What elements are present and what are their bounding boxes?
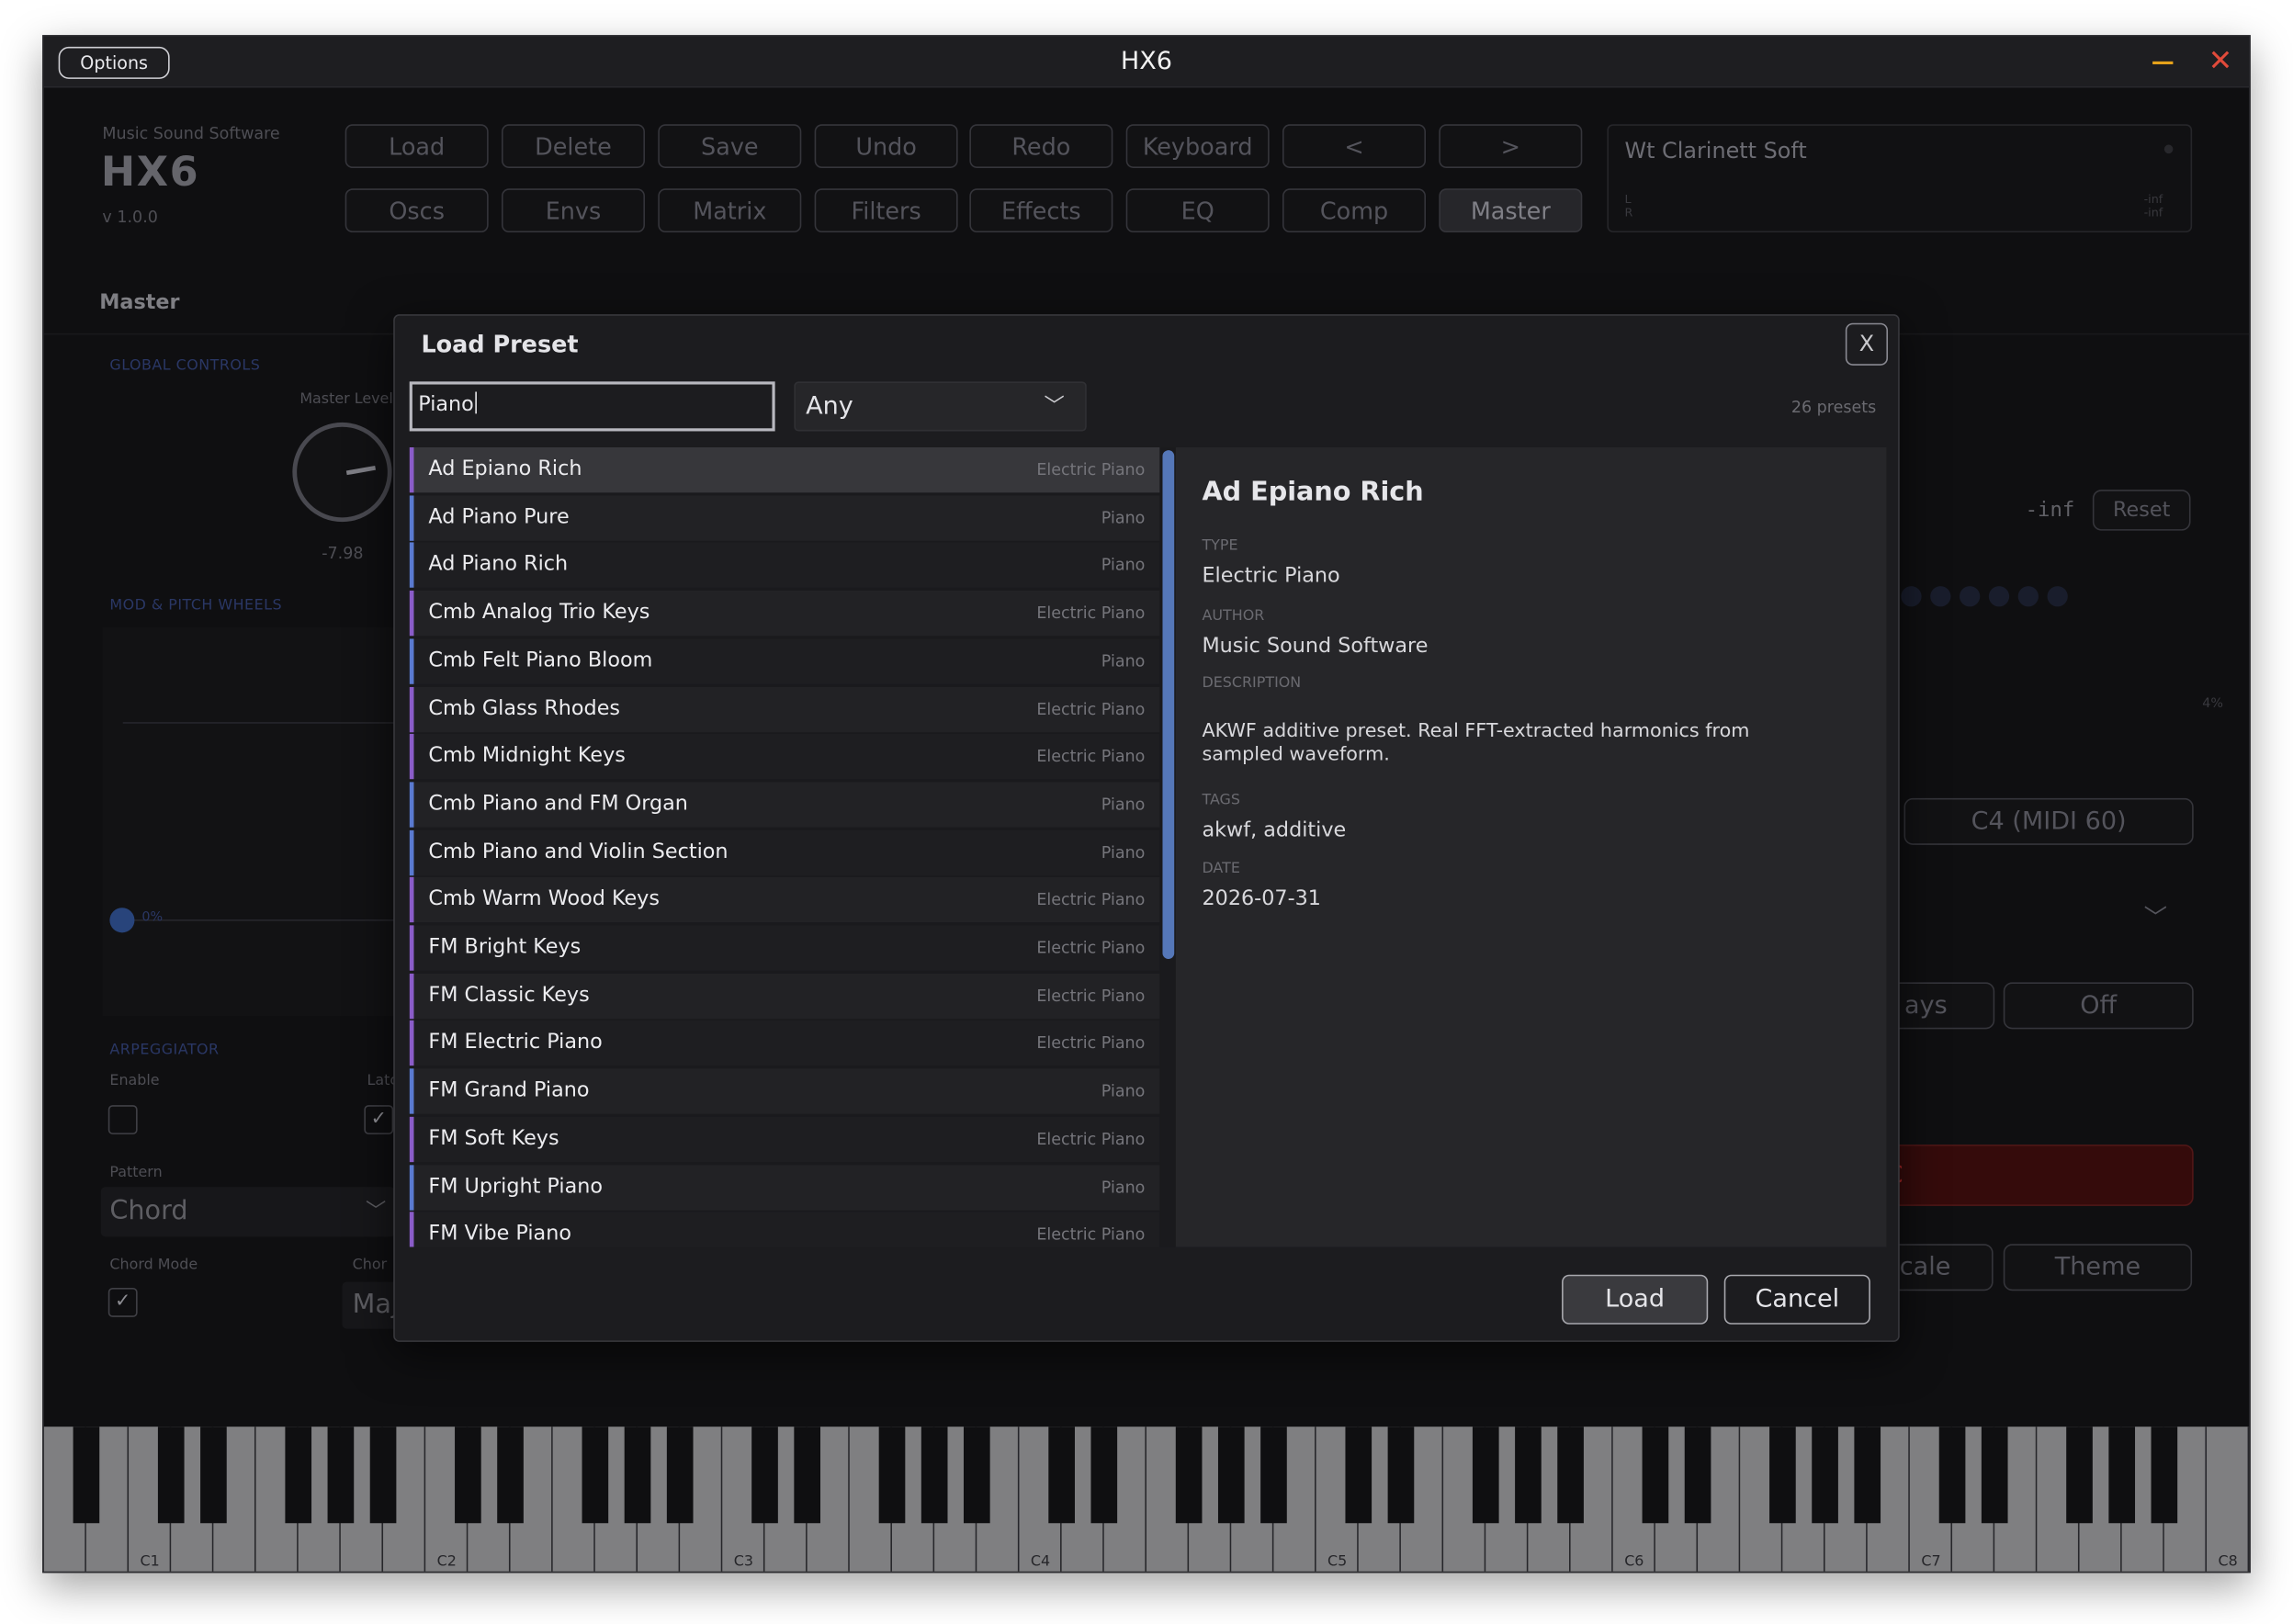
preset-type: Electric Piano	[1036, 603, 1146, 624]
preset-type: Electric Piano	[1036, 1224, 1146, 1245]
preset-list-item[interactable]: FM Classic Keys Electric Piano	[409, 973, 1160, 1019]
close-icon[interactable]: ✕	[2208, 45, 2233, 74]
category-color-bar	[409, 925, 414, 971]
dialog-close-button[interactable]: X	[1845, 322, 1889, 366]
detail-date-label: DATE	[1202, 861, 1240, 877]
type-filter-value: Any	[806, 391, 853, 422]
category-color-bar	[409, 973, 414, 1019]
preset-type: Electric Piano	[1036, 1129, 1146, 1149]
preset-details-panel: Ad Epiano Rich TYPE Electric Piano AUTHO…	[1175, 446, 1887, 1247]
preset-list-item[interactable]: Cmb Warm Wood Keys Electric Piano	[409, 877, 1160, 923]
search-value: Piano	[418, 393, 474, 417]
preset-list-item[interactable]: Cmb Piano and Violin Section Piano	[409, 829, 1160, 875]
preset-name: Cmb Glass Rhodes	[428, 696, 621, 720]
preset-name: Ad Piano Pure	[428, 505, 570, 529]
preset-name: Cmb Piano and FM Organ	[428, 792, 688, 816]
preset-list-item[interactable]: Ad Piano Rich Piano	[409, 543, 1160, 589]
preset-name: FM Vibe Piano	[428, 1222, 571, 1246]
title-bar: Options HX6 ✕	[43, 36, 2250, 88]
preset-list-item[interactable]: FM Electric Piano Electric Piano	[409, 1021, 1160, 1066]
preset-name: FM Electric Piano	[428, 1031, 603, 1055]
cancel-button[interactable]: Cancel	[1723, 1274, 1870, 1325]
preset-name: FM Grand Piano	[428, 1078, 590, 1103]
category-color-bar	[409, 1164, 414, 1210]
detail-description-label: DESCRIPTION	[1202, 675, 1302, 692]
chevron-down-icon: ﹀	[1044, 394, 1065, 419]
search-input[interactable]: Piano	[409, 381, 775, 432]
preset-type: Piano	[1101, 651, 1146, 671]
category-color-bar	[409, 686, 414, 732]
preset-type: Piano	[1101, 1177, 1146, 1197]
category-color-bar	[409, 782, 414, 828]
preset-name: Ad Epiano Rich	[428, 457, 582, 481]
text-cursor	[475, 391, 478, 414]
minimize-icon[interactable]	[2152, 61, 2174, 65]
window-title: HX6	[1120, 46, 1173, 76]
preset-name: Cmb Felt Piano Bloom	[428, 648, 653, 672]
detail-author-label: AUTHOR	[1202, 608, 1265, 625]
detail-date-value: 2026-07-31	[1202, 886, 1321, 911]
category-color-bar	[409, 1021, 414, 1066]
preset-name: Cmb Analog Trio Keys	[428, 601, 650, 625]
preset-list-item[interactable]: FM Vibe Piano Electric Piano	[409, 1212, 1160, 1247]
preset-name: Cmb Warm Wood Keys	[428, 887, 660, 911]
preset-list-item[interactable]: Cmb Piano and FM Organ Piano	[409, 782, 1160, 828]
preset-type: Electric Piano	[1036, 699, 1146, 719]
category-color-bar	[409, 446, 414, 493]
preset-type: Piano	[1101, 795, 1146, 815]
preset-list-item[interactable]: Cmb Analog Trio Keys Electric Piano	[409, 591, 1160, 637]
preset-list-item[interactable]: Ad Piano Pure Piano	[409, 494, 1160, 541]
category-color-bar	[409, 829, 414, 875]
detail-tags-label: TAGS	[1202, 792, 1240, 809]
preset-name: Cmb Piano and Violin Section	[428, 840, 729, 863]
preset-type: Electric Piano	[1036, 460, 1146, 479]
preset-type: Electric Piano	[1036, 986, 1146, 1006]
preset-list-item[interactable]: Cmb Glass Rhodes Electric Piano	[409, 686, 1160, 732]
detail-type-label: TYPE	[1202, 537, 1238, 555]
load-button[interactable]: Load	[1562, 1274, 1709, 1325]
category-color-bar	[409, 1212, 414, 1247]
detail-type-value: Electric Piano	[1202, 564, 1340, 588]
preset-type: Electric Piano	[1036, 890, 1146, 910]
preset-count: 26 presets	[1790, 397, 1877, 417]
preset-list[interactable]: Ad Epiano Rich Electric Piano Ad Piano Pur…	[409, 446, 1176, 1247]
category-color-bar	[409, 543, 414, 589]
preset-type: Piano	[1101, 1081, 1146, 1101]
detail-author-value: Music Sound Software	[1202, 634, 1429, 659]
preset-list-item[interactable]: Ad Epiano Rich Electric Piano	[409, 446, 1160, 493]
preset-list-item[interactable]: FM Soft Keys Electric Piano	[409, 1116, 1160, 1162]
category-color-bar	[409, 1068, 414, 1114]
detail-description-value: AKWF additive preset. Real FFT-extracted…	[1202, 720, 1750, 766]
preset-type: Piano	[1101, 842, 1146, 863]
detail-preset-name: Ad Epiano Rich	[1202, 476, 1424, 508]
preset-type: Piano	[1101, 508, 1146, 527]
category-color-bar	[409, 734, 414, 780]
preset-type: Piano	[1101, 556, 1146, 576]
category-color-bar	[409, 1116, 414, 1162]
preset-type: Electric Piano	[1036, 747, 1146, 767]
category-color-bar	[409, 494, 414, 541]
category-color-bar	[409, 638, 414, 684]
preset-list-item[interactable]: Cmb Felt Piano Bloom Piano	[409, 638, 1160, 684]
preset-list-item[interactable]: FM Bright Keys Electric Piano	[409, 925, 1160, 971]
preset-name: FM Upright Piano	[428, 1174, 603, 1199]
preset-type: Electric Piano	[1036, 1033, 1146, 1054]
preset-list-item[interactable]: FM Grand Piano Piano	[409, 1068, 1160, 1114]
scrollbar-thumb[interactable]	[1162, 450, 1175, 959]
detail-tags-value: akwf, additive	[1202, 818, 1347, 842]
category-color-bar	[409, 591, 414, 637]
preset-name: Cmb Midnight Keys	[428, 744, 626, 768]
type-filter-select[interactable]: Any ﹀	[794, 381, 1087, 432]
preset-list-item[interactable]: FM Upright Piano Piano	[409, 1164, 1160, 1210]
preset-list-item[interactable]: Cmb Midnight Keys Electric Piano	[409, 734, 1160, 780]
preset-name: FM Bright Keys	[428, 935, 582, 959]
load-preset-dialog: Load Preset X Piano Any ﹀ 26 presets Ad …	[393, 314, 1900, 1342]
preset-name: FM Soft Keys	[428, 1126, 559, 1151]
dialog-title: Load Preset	[421, 330, 579, 358]
preset-name: FM Classic Keys	[428, 983, 590, 1007]
category-color-bar	[409, 877, 414, 923]
preset-name: Ad Piano Rich	[428, 553, 569, 577]
scrollbar-track[interactable]	[1160, 446, 1176, 1247]
preset-type: Electric Piano	[1036, 938, 1146, 958]
